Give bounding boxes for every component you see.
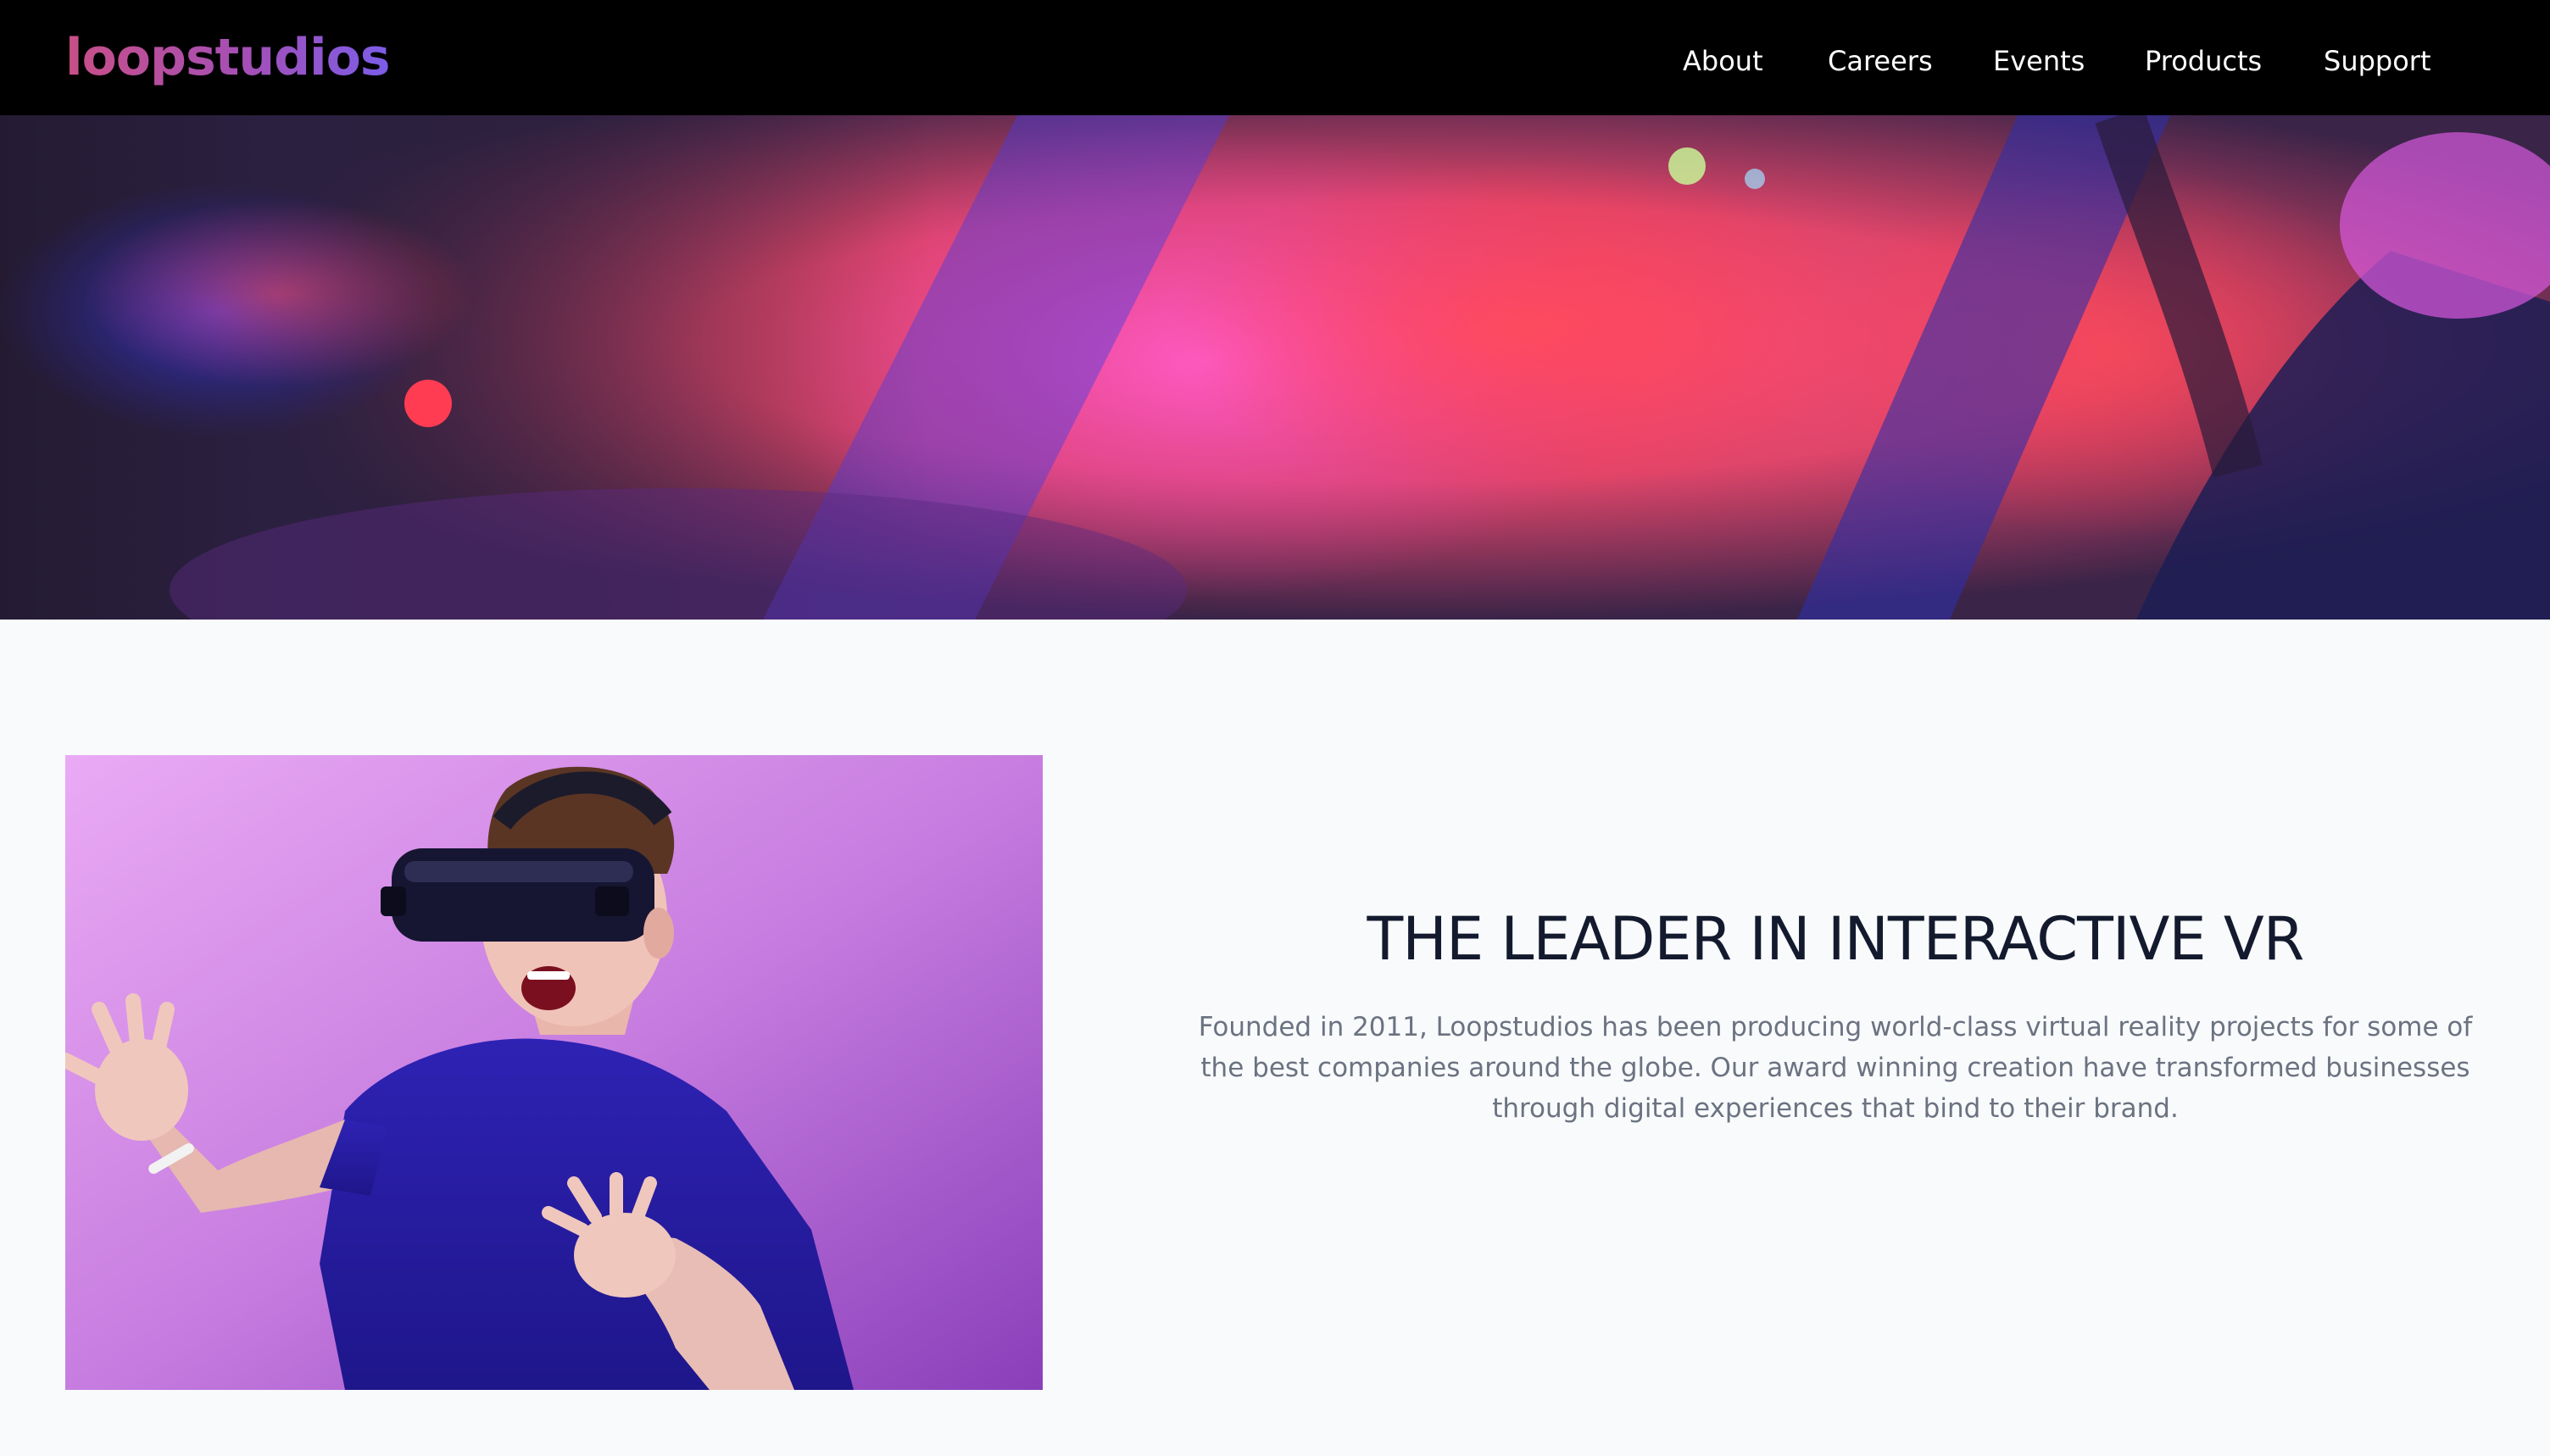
hero-vr-image [0,115,2550,620]
man-with-vr-headset-image [65,755,1043,1390]
feature-image [65,755,1043,1390]
nav-link-about[interactable]: About [1683,39,1763,83]
nav-link-events[interactable]: Events [1993,39,2085,83]
feature-section: THE LEADER IN INTERACTIVE VR Founded in … [1187,898,2484,1129]
feature-title: THE LEADER IN INTERACTIVE VR [1367,904,2305,974]
hero-banner [0,115,2550,620]
feature-description: Founded in 2011, Loopstudios has been pr… [1198,1012,2473,1124]
nav-link-products[interactable]: Products [2145,39,2262,83]
site-header: loopstudios About Careers Events Product… [0,0,2550,115]
site-logo[interactable]: loopstudios [65,24,391,92]
nav-link-support[interactable]: Support [2324,39,2431,83]
nav-link-careers[interactable]: Careers [1828,39,1933,83]
